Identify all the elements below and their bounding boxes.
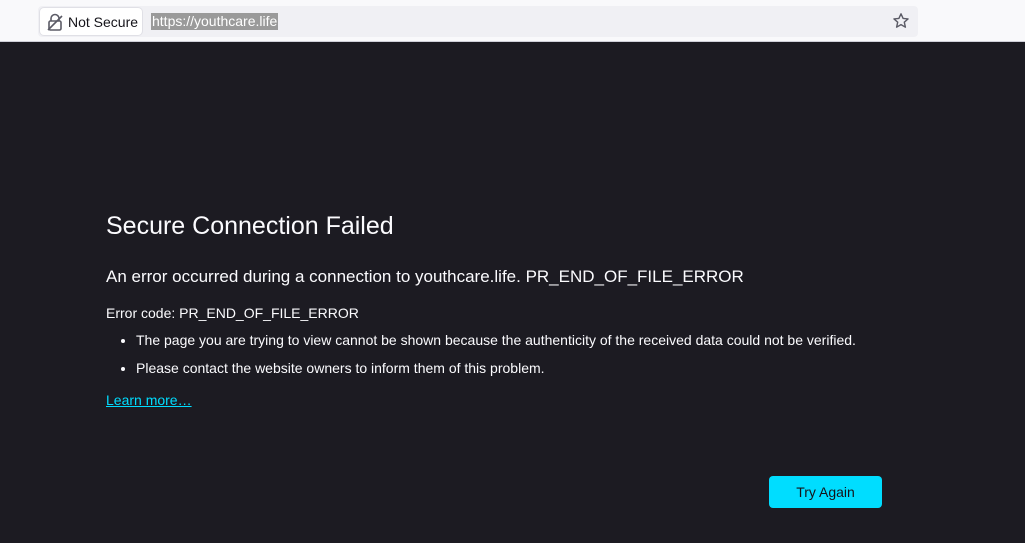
insecure-lock-icon (47, 13, 63, 31)
list-item: Please contact the website owners to inf… (136, 359, 886, 378)
site-identity-button[interactable]: Not Secure (40, 8, 142, 35)
try-again-button[interactable]: Try Again (769, 476, 882, 508)
star-icon[interactable] (892, 12, 910, 30)
error-code: Error code: PR_END_OF_FILE_ERROR (106, 305, 359, 321)
browser-toolbar: Not Secure https://youthcare.life (0, 0, 1025, 42)
error-page-content: Secure Connection Failed An error occurr… (106, 200, 886, 409)
list-item: The page you are trying to view cannot b… (136, 331, 886, 350)
error-short-description: An error occurred during a connection to… (106, 267, 744, 286)
identity-label: Not Secure (68, 13, 139, 30)
error-details-list: The page you are trying to view cannot b… (106, 331, 886, 378)
url-text[interactable]: https://youthcare.life (151, 13, 279, 30)
address-bar[interactable]: Not Secure https://youthcare.life (38, 6, 918, 37)
page-title: Secure Connection Failed (106, 212, 394, 240)
learn-more-link[interactable]: Learn more… (106, 392, 192, 408)
